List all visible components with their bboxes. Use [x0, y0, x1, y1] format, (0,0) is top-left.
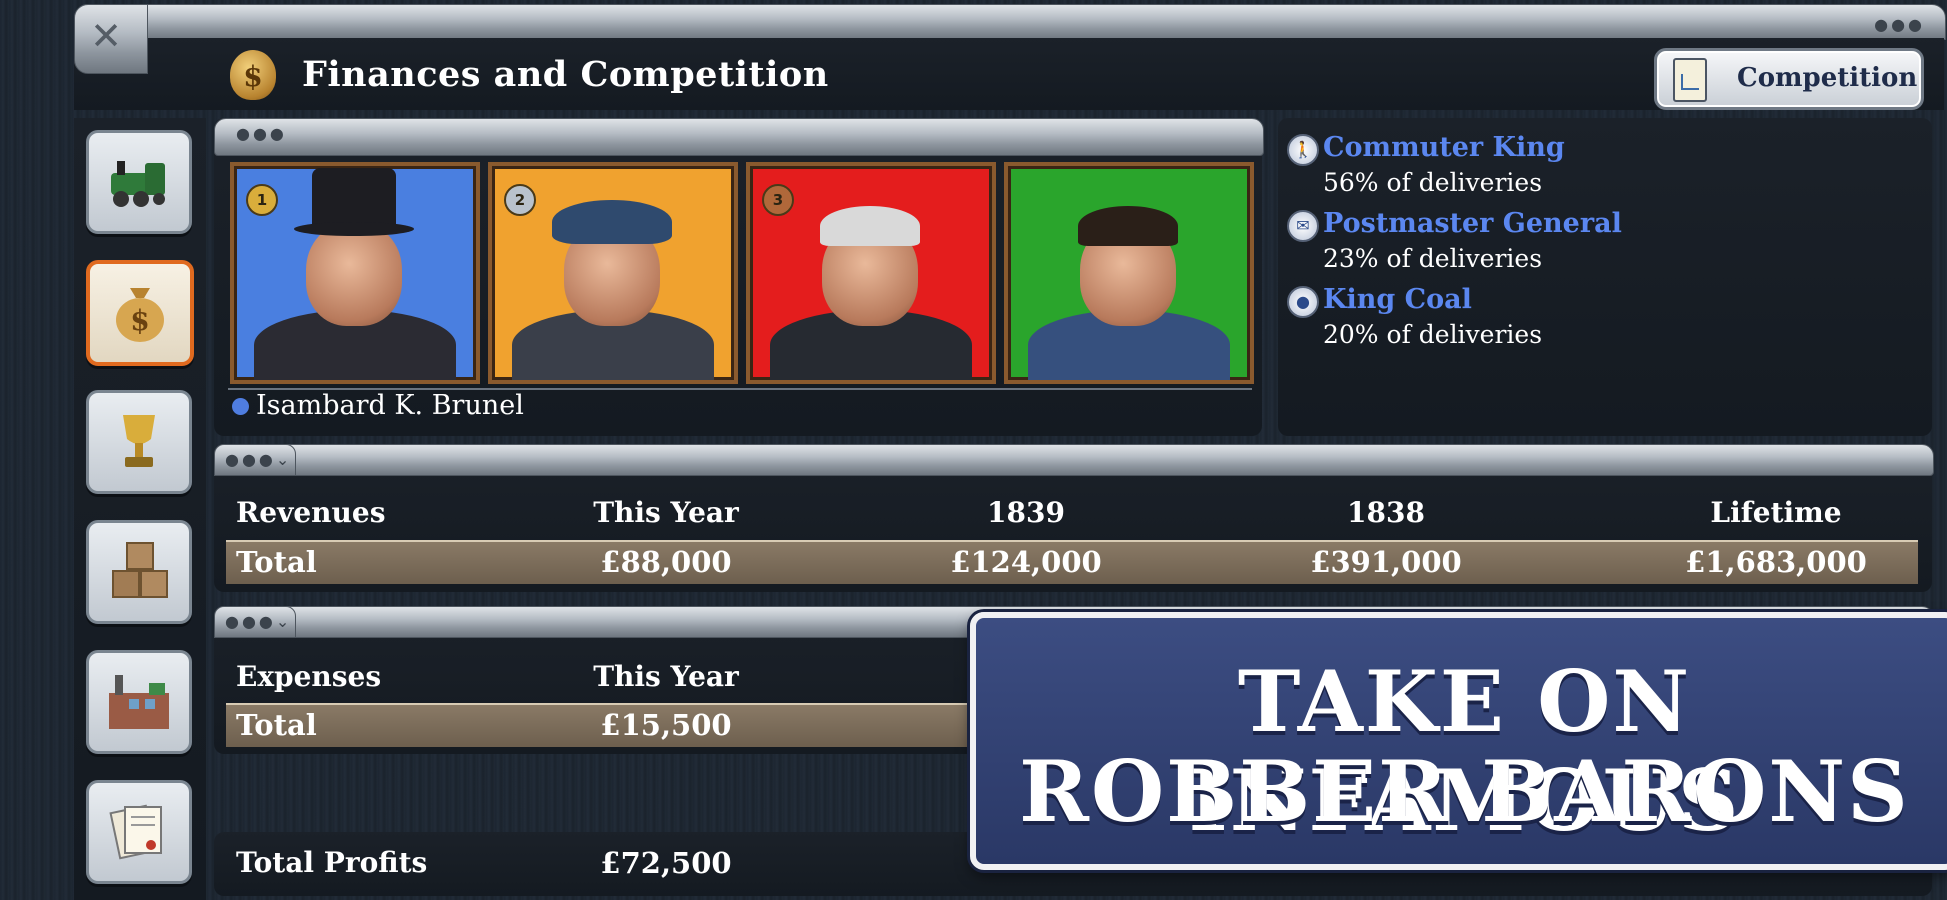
table-cell: £88,000	[600, 545, 732, 579]
column-header: This Year	[593, 496, 739, 529]
revenues-total-row: Total £88,000 £124,000 £391,000 £1,683,0…	[226, 540, 1918, 584]
locomotive-icon	[111, 161, 165, 207]
rank-medal-icon: 2	[504, 184, 536, 216]
coal-icon: ●	[1287, 286, 1319, 318]
competitor-portrait[interactable]: 1	[230, 162, 480, 384]
crates-icon	[112, 542, 168, 598]
documents-icon	[109, 804, 162, 860]
selected-competitor-name: Isambard K. Brunel	[256, 390, 524, 421]
envelope-icon: ✉	[1287, 210, 1319, 242]
sidebar-item-awards[interactable]	[86, 390, 192, 494]
competitors-panel-rail	[214, 118, 1264, 156]
hair	[820, 206, 920, 246]
competition-button[interactable]: Competition	[1654, 48, 1924, 110]
table-cell: £391,000	[1310, 545, 1462, 579]
panel-menu-dots-icon[interactable]: ●●●	[236, 124, 287, 143]
close-icon[interactable]: ✕	[88, 17, 124, 55]
clipboard-chart-icon	[1673, 58, 1707, 102]
trophy-icon	[123, 415, 155, 467]
svg-text:$: $	[130, 304, 149, 337]
window-top-rail: ●●●	[74, 4, 1946, 40]
table-cell: £124,000	[950, 545, 1102, 579]
factory-icon	[109, 675, 169, 729]
money-bag-icon: $	[230, 50, 276, 100]
column-header: This Year	[593, 660, 739, 693]
table-cell: £15,500	[600, 708, 732, 742]
rank-medal-icon: 3	[762, 184, 794, 216]
sidebar-item-cargo[interactable]	[86, 520, 192, 624]
revenues-header: Revenues	[236, 496, 386, 529]
column-header: 1839	[987, 496, 1065, 529]
award-title: Commuter King	[1323, 132, 1565, 163]
row-label: Total	[236, 545, 317, 579]
collapse-chevron-icon: ●●●⌄	[225, 612, 293, 631]
page-title: Finances and Competition	[302, 54, 829, 95]
sidebar: $	[74, 118, 206, 900]
hat-brim	[294, 222, 414, 236]
profits-label: Total Profits	[236, 846, 428, 879]
column-header: 1838	[1347, 496, 1425, 529]
portrait-face	[306, 222, 402, 326]
competitor-portrait[interactable]: 3	[746, 162, 996, 384]
column-header: Lifetime	[1710, 496, 1842, 529]
top-hat	[294, 168, 414, 236]
sidebar-item-finances[interactable]: $	[86, 260, 194, 366]
competitor-portrait[interactable]	[1004, 162, 1254, 384]
flat-cap	[552, 200, 672, 244]
money-bag-icon: $	[116, 288, 164, 342]
sidebar-item-trains[interactable]	[86, 130, 192, 234]
award-detail: 56% of deliveries	[1323, 168, 1543, 197]
award-detail: 20% of deliveries	[1323, 320, 1543, 349]
revenues-collapse-tab[interactable]: ●●●⌄	[214, 444, 296, 476]
awards-panel: 🚶 Commuter King 56% of deliveries ✉ Post…	[1278, 118, 1932, 436]
competitor-color-dot	[232, 398, 249, 415]
row-label: Total	[236, 708, 317, 742]
window-menu-dots-icon[interactable]: ●●●	[1874, 15, 1925, 34]
hair	[1078, 206, 1178, 246]
collapse-chevron-icon: ●●●⌄	[225, 450, 293, 469]
award-detail: 23% of deliveries	[1323, 244, 1543, 273]
revenues-panel-rail	[214, 444, 1934, 476]
competitor-portrait[interactable]: 2	[488, 162, 738, 384]
award-title: King Coal	[1323, 284, 1472, 315]
promo-banner: TAKE ON INFAMOUS ROBBER BARONS	[970, 612, 1947, 870]
sidebar-item-reports[interactable]	[86, 780, 192, 884]
promo-headline: ROBBER BARONS	[1019, 742, 1910, 841]
rank-medal-icon: 1	[246, 184, 278, 216]
sidebar-item-industries[interactable]	[86, 650, 192, 754]
table-cell: £72,500	[600, 846, 732, 880]
award-title: Postmaster General	[1323, 208, 1622, 239]
competition-button-label: Competition	[1737, 63, 1918, 93]
expenses-header: Expenses	[236, 660, 382, 693]
expenses-collapse-tab[interactable]: ●●●⌄	[214, 606, 296, 638]
walking-person-icon: 🚶	[1287, 134, 1319, 166]
table-cell: £1,683,000	[1685, 545, 1867, 579]
